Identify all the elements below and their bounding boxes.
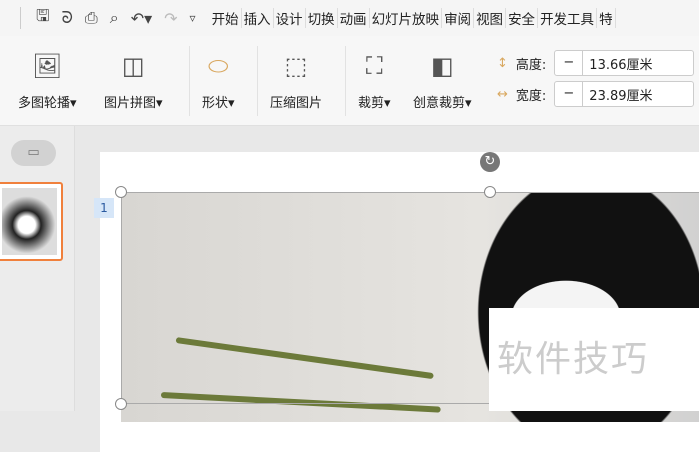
tab-animations[interactable]: 动画 (338, 8, 370, 28)
width-field[interactable]: −23.89厘米 (554, 81, 695, 107)
print-preview-icon[interactable]: ⌕ (110, 8, 119, 28)
redo-icon[interactable]: ↷ (164, 9, 177, 28)
tab-security[interactable]: 安全 (506, 8, 539, 28)
divider (189, 46, 190, 116)
tab-special[interactable]: 特 (597, 8, 616, 28)
stem (160, 392, 441, 413)
tab-transitions[interactable]: 切换 (306, 8, 338, 28)
quick-access-toolbar: 🖫 ᘐ ⎙ ⌕ ↶▾ ↷ ▿ (0, 5, 196, 32)
divider (257, 46, 258, 116)
watermark: 软件技巧 (489, 308, 699, 411)
carousel-label: 多图轮播 (18, 96, 71, 111)
height-field[interactable]: −13.66厘米 (554, 50, 695, 76)
creative-crop-button[interactable]: ◧ 创意裁剪▾ (413, 50, 472, 111)
creative-crop-icon: ◧ (430, 52, 454, 80)
width-value[interactable]: 23.89厘米 (583, 85, 652, 104)
save-icon[interactable]: 🖫 (36, 5, 50, 32)
width-decrease-button[interactable]: − (555, 82, 584, 106)
tab-insert[interactable]: 插入 (242, 8, 274, 28)
creative-crop-label: 创意裁剪 (413, 96, 466, 111)
shape-icon: ⬭ (208, 52, 229, 80)
divider (20, 7, 21, 29)
stem (175, 337, 434, 380)
compress-label: 压缩图片 (270, 96, 323, 111)
crop-icon: ⛶ (365, 52, 383, 80)
slide-thumbnail-panel: ▭ (0, 126, 75, 411)
collage-icon: ◫ (121, 52, 145, 80)
undo-icon[interactable]: ↶▾ (131, 9, 152, 28)
tab-review[interactable]: 审阅 (442, 8, 475, 28)
tab-home[interactable]: 开始 (210, 8, 242, 28)
tab-view[interactable]: 视图 (474, 8, 507, 28)
compress-button[interactable]: ⬚ 压缩图片 (270, 50, 322, 111)
image-icon: 🖼 (32, 52, 63, 80)
width-icon: ↔ (497, 86, 508, 102)
crop-button[interactable]: ⛶ 裁剪▾ (358, 50, 391, 111)
shape-button[interactable]: ⬭ 形状▾ (202, 50, 235, 111)
crop-label: 裁剪 (358, 96, 385, 111)
customize-icon[interactable]: ▿ (190, 11, 196, 25)
picture-tools-ribbon: 🖼 多图轮播▾ ◫ 图片拼图▾ ⬭ 形状▾ ⬚ 压缩图片 ⛶ 裁剪▾ ◧ 创意裁剪▾ ↕ 高… (0, 36, 699, 126)
slide-number: 1 (94, 198, 114, 218)
shape-label: 形状 (202, 96, 229, 111)
collage-label: 图片拼图 (104, 96, 157, 111)
print-icon[interactable]: ⎙ (85, 8, 98, 28)
tab-developer[interactable]: 开发工具 (538, 8, 598, 28)
rotate-handle-icon[interactable]: ↻ (480, 152, 500, 172)
thumbnail-image (2, 188, 57, 255)
menu-tabs: 开始 插入 设计 切换 动画 幻灯片放映 审阅 视图 安全 开发工具 特 (210, 8, 616, 28)
resize-handle[interactable] (484, 186, 496, 198)
width-label: 宽度: (515, 88, 547, 104)
collage-button[interactable]: ◫ 图片拼图▾ (104, 50, 163, 111)
height-decrease-button[interactable]: − (555, 51, 584, 75)
tab-slideshow[interactable]: 幻灯片放映 (370, 8, 443, 28)
resize-handle[interactable] (115, 186, 127, 198)
carousel-button[interactable]: 🖼 多图轮播▾ (18, 50, 77, 111)
title-bar: 🖫 ᘐ ⎙ ⌕ ↶▾ ↷ ▿ 开始 插入 设计 切换 动画 幻灯片放映 审阅 视… (0, 0, 699, 36)
resize-handle[interactable] (115, 398, 127, 410)
height-control: ↕ 高度: −13.66厘米 (497, 50, 695, 76)
format-painter-icon[interactable]: ᘐ (62, 8, 73, 28)
slide-thumbnail[interactable] (0, 182, 63, 261)
compress-icon: ⬚ (284, 52, 308, 80)
divider (345, 46, 346, 116)
view-toggle-button[interactable]: ▭ (11, 140, 56, 166)
height-value[interactable]: 13.66厘米 (583, 54, 652, 73)
height-icon: ↕ (497, 55, 508, 71)
tab-design[interactable]: 设计 (274, 8, 306, 28)
height-label: 高度: (515, 57, 547, 73)
width-control: ↔ 宽度: −23.89厘米 (497, 81, 695, 107)
